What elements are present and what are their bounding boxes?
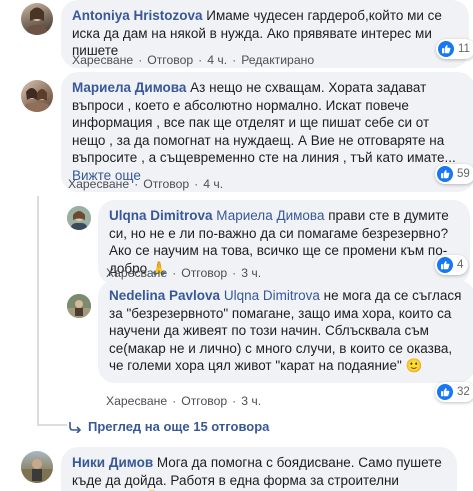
- reaction-number: 59: [457, 168, 470, 180]
- comment-author[interactable]: Antoniya Hristozova: [72, 8, 203, 23]
- comment: Мариела Димова Аз нещо не схващам. Хорат…: [21, 72, 473, 192]
- reaction-number: 32: [457, 386, 470, 398]
- timestamp[interactable]: 3 ч.: [241, 394, 261, 408]
- reply-link[interactable]: Отговор: [147, 53, 193, 67]
- thread-line: [37, 196, 39, 426]
- avatar[interactable]: [21, 3, 53, 35]
- timestamp[interactable]: 3 ч.: [241, 266, 261, 280]
- avatar[interactable]: [67, 294, 91, 318]
- comment-bubble: Ники Димов Мога да помогна с боядисване.…: [61, 447, 457, 491]
- timestamp[interactable]: 4 ч.: [203, 177, 223, 191]
- comment: Ники Димов Мога да помогна с боядисване.…: [21, 447, 457, 491]
- edited-label[interactable]: Редактирано: [241, 53, 314, 67]
- avatar[interactable]: [21, 80, 53, 112]
- reaction-count[interactable]: 32: [435, 382, 473, 402]
- separator: ·: [138, 53, 143, 67]
- view-more-label: Преглед на още 15 отговора: [88, 419, 270, 434]
- reply-bubble: Nedelina Pavlova Ulqna Dimitrova не мога…: [98, 280, 473, 383]
- reply-link[interactable]: Отговор: [181, 394, 227, 408]
- thread-branch: [37, 424, 67, 426]
- comment-actions: Харесване · Отговор · 4 ч. · Редактирано: [72, 53, 314, 67]
- like-icon: [437, 166, 453, 182]
- like-icon: [437, 384, 453, 400]
- reply-author[interactable]: Nedelina Pavlova: [109, 288, 220, 303]
- reply: Nedelina Pavlova Ulqna Dimitrova не мога…: [67, 280, 473, 383]
- like-link[interactable]: Харесване: [106, 266, 167, 280]
- reaction-number: 4: [457, 259, 464, 271]
- reply-actions: Харесване · Отговор · 3 ч.: [106, 266, 261, 280]
- separator: ·: [232, 266, 237, 280]
- like-icon: [438, 41, 454, 57]
- avatar[interactable]: [67, 206, 91, 230]
- separator: ·: [172, 266, 177, 280]
- comment-author[interactable]: Мариела Димова: [72, 80, 186, 95]
- comment-bubble: Мариела Димова Аз нещо не схващам. Хорат…: [61, 72, 473, 192]
- reply-actions: Харесване · Отговор · 3 ч.: [106, 394, 261, 408]
- mention[interactable]: Ulqna Dimitrova: [224, 288, 320, 303]
- reaction-count[interactable]: 11: [436, 39, 473, 59]
- separator: ·: [198, 53, 203, 67]
- separator: ·: [232, 394, 237, 408]
- like-link[interactable]: Харесване: [72, 53, 133, 67]
- reaction-number: 11: [458, 43, 470, 55]
- mention[interactable]: Мариела Димова: [216, 208, 324, 223]
- timestamp[interactable]: 4 ч.: [207, 53, 227, 67]
- separator: ·: [232, 53, 237, 67]
- like-icon: [437, 257, 453, 273]
- separator: ·: [194, 177, 199, 191]
- reaction-count[interactable]: 59: [435, 164, 473, 184]
- reply-arrow-icon: [69, 421, 82, 433]
- reply-author[interactable]: Ulqna Dimitrova: [109, 208, 213, 223]
- avatar[interactable]: [21, 451, 53, 483]
- comment-actions: Харесване · Отговор · 4 ч.: [68, 177, 223, 191]
- separator: ·: [172, 394, 177, 408]
- separator: ·: [134, 177, 139, 191]
- reply-link[interactable]: Отговор: [143, 177, 189, 191]
- reaction-count[interactable]: 4: [435, 255, 469, 275]
- comment-author[interactable]: Ники Димов: [72, 455, 153, 470]
- like-link[interactable]: Харесване: [68, 177, 129, 191]
- like-link[interactable]: Харесване: [106, 394, 167, 408]
- reply-link[interactable]: Отговор: [181, 266, 227, 280]
- view-more-replies[interactable]: Преглед на още 15 отговора: [68, 419, 269, 434]
